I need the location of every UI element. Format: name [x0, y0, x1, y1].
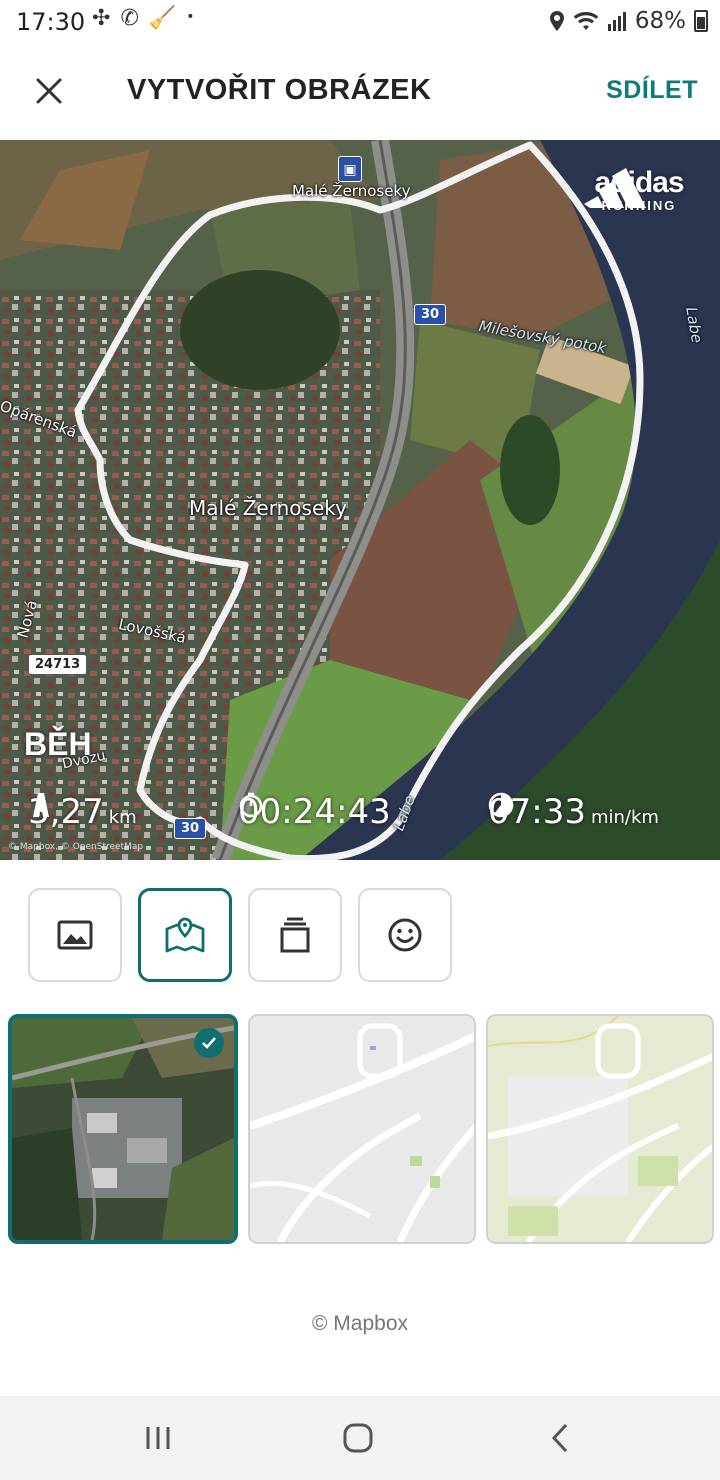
notification-icons: ✣ ✆ 🧹 • — [92, 6, 195, 31]
adidas-logo: adidas RUNNING — [584, 168, 694, 213]
distance-unit: km — [108, 807, 137, 828]
close-icon — [36, 78, 62, 104]
road-icon — [33, 793, 49, 817]
map-style-light[interactable] — [248, 1014, 476, 1244]
status-bar: 17:30 ✣ ✆ 🧹 • 68% — [0, 0, 720, 44]
recent-apps-button[interactable] — [128, 1418, 188, 1458]
stopwatch-icon — [239, 792, 263, 818]
map-icon — [165, 917, 205, 953]
selected-check-icon — [194, 1028, 224, 1058]
train-station-icon: ▣ — [338, 156, 362, 182]
map-attribution: © Mapbox, © OpenStreetMap — [8, 842, 144, 852]
map-label-town: Malé Žernoseky — [189, 496, 347, 520]
road-shield-30: 30 — [414, 304, 447, 325]
editor-tools — [28, 888, 452, 982]
road-shield-24713: 24713 — [28, 654, 88, 675]
stat-distance: 3,27 km — [28, 792, 137, 832]
image-icon — [57, 920, 93, 950]
smiley-icon — [388, 918, 422, 952]
home-icon — [343, 1423, 373, 1453]
activity-type: BĚH — [24, 726, 92, 762]
outdoor-map-thumbnail — [488, 1016, 712, 1242]
share-button[interactable]: SDÍLET — [606, 76, 698, 105]
adidas-stripes-icon — [584, 168, 646, 208]
pinwheel-icon: ✣ — [92, 6, 111, 31]
back-icon — [551, 1423, 568, 1453]
back-button[interactable] — [530, 1418, 590, 1458]
tool-sticker-button[interactable] — [358, 888, 452, 982]
map-label-town-top: Malé Žernoseky — [292, 182, 411, 200]
satellite-map — [0, 140, 720, 860]
status-time: 17:30 — [16, 8, 86, 36]
map-style-picker — [8, 1014, 714, 1244]
stat-duration: 00:24:43 — [238, 792, 391, 832]
map-style-satellite[interactable] — [8, 1014, 238, 1244]
map-style-outdoor[interactable] — [486, 1014, 714, 1244]
battery-icon — [694, 10, 708, 32]
system-nav-bar — [0, 1396, 720, 1480]
pace-icon — [488, 792, 514, 818]
layers-icon — [280, 917, 310, 953]
pace-unit: min/km — [590, 807, 659, 828]
recent-apps-icon — [146, 1427, 170, 1449]
tool-layout-button[interactable] — [248, 888, 342, 982]
stat-pace: 07:33 min/km — [488, 792, 659, 832]
home-button[interactable] — [328, 1418, 388, 1458]
dot-icon: • — [186, 9, 195, 25]
mapbox-credit: © Mapbox — [311, 1312, 409, 1335]
whatsapp-icon: ✆ — [120, 6, 139, 31]
close-button[interactable] — [26, 68, 72, 114]
signal-icon — [607, 12, 626, 31]
wifi-icon — [573, 12, 599, 30]
location-icon — [549, 11, 564, 31]
road-shield-bottom: 30 — [174, 818, 207, 839]
share-image-preview: Malé Žernoseky Malé Žernoseky Milešovský… — [0, 140, 720, 860]
system-icons: 68% — [549, 8, 708, 34]
light-map-thumbnail — [250, 1016, 474, 1242]
battery-percent: 68% — [634, 8, 686, 34]
broom-icon: 🧹 — [148, 6, 177, 31]
app-bar: VYTVOŘIT OBRÁZEK SDÍLET — [0, 44, 720, 140]
tool-map-button[interactable] — [138, 888, 232, 982]
page-title: VYTVOŘIT OBRÁZEK — [127, 74, 432, 106]
tool-photo-button[interactable] — [28, 888, 122, 982]
